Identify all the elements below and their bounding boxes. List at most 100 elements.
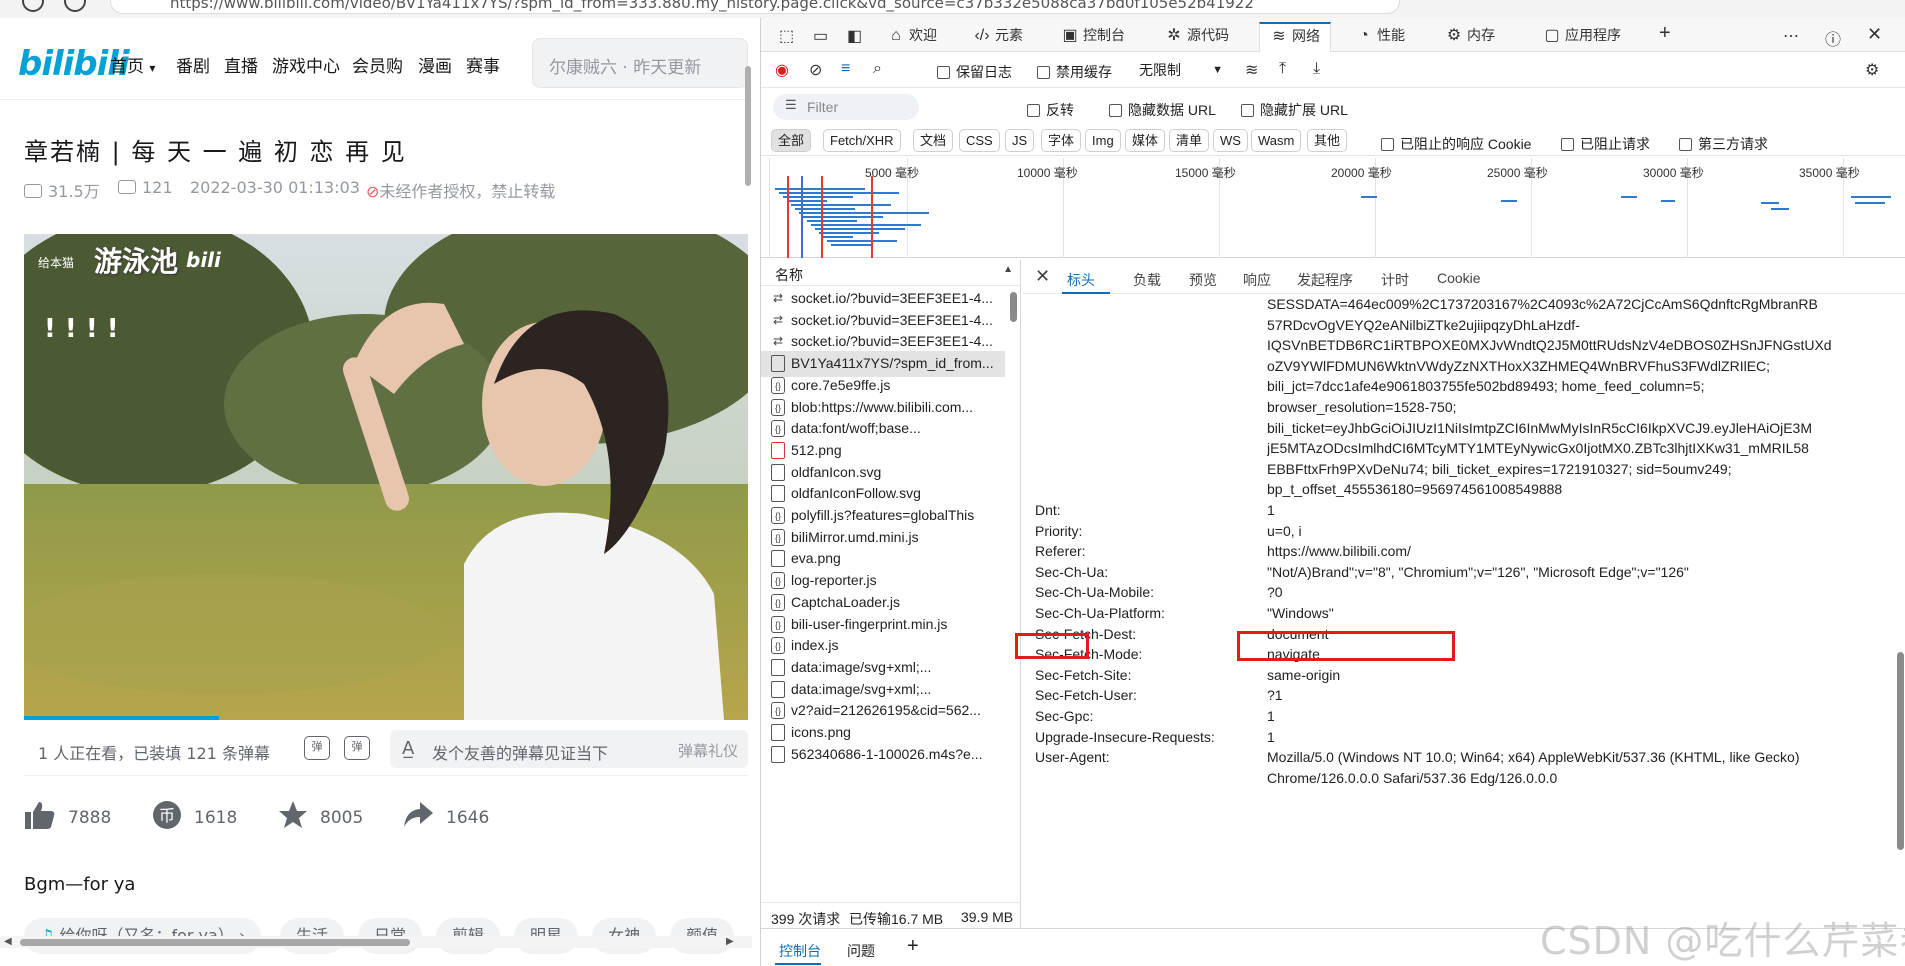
no-repost-icon: ⊘ [366,182,380,201]
blocked-cookies-checkbox[interactable]: 已阻止的响应 Cookie [1381,134,1531,154]
danmaku-settings-icon[interactable]: 弹 [344,736,370,760]
refresh-icon[interactable] [64,0,86,12]
tab-initiator[interactable]: 发起程序 [1297,270,1353,290]
search-input[interactable]: 尔康贼六 · 昨天更新 [532,38,748,88]
nav-mall[interactable]: 会员购 [352,52,403,77]
type-js[interactable]: JS [1005,129,1035,152]
dock-icon[interactable]: ◧ [847,26,862,46]
third-party-checkbox[interactable]: 第三方请求 [1679,134,1768,154]
tab-preview[interactable]: 预览 [1189,270,1217,290]
tab-timing[interactable]: 计时 [1381,270,1409,290]
danmaku-etiquette-link[interactable]: 弹幕礼仪 [678,740,738,761]
filter-input[interactable]: ☰ Filter [773,94,919,120]
request-list-header[interactable]: 名称 ▲ [761,260,1021,286]
blocked-requests-checkbox[interactable]: 已阻止请求 [1561,134,1650,154]
scroll-left-icon[interactable]: ◀ [4,936,12,947]
danmaku-input[interactable]: A̲ 发个友善的弹幕见证当下 弹幕礼仪 [390,730,748,768]
inspect-element-icon[interactable]: ⬚ [779,26,794,46]
tab-sources[interactable]: ✲ 源代码 [1165,24,1229,52]
throttle-select[interactable]: 无限制 ▼ [1135,58,1227,82]
tab-elements[interactable]: ‹/› 元素 [973,24,1023,52]
network-overview-timeline[interactable]: 5000 毫秒 10000 毫秒 15000 毫秒 20000 毫秒 25000… [761,158,1905,258]
type-font[interactable]: 字体 [1041,129,1082,152]
tab-welcome[interactable]: ⌂ 欢迎 [887,24,937,52]
tab-console[interactable]: ▣ 控制台 [1061,24,1125,52]
type-other[interactable]: 其他 [1307,129,1348,152]
drawer-tab-issues[interactable]: 问题 [847,941,875,961]
danmaku-placeholder: 发个友善的弹幕见证当下 [432,744,609,763]
hide-data-url-checkbox[interactable]: 隐藏数据 URL [1109,100,1216,120]
filter-icon[interactable]: ≡ [841,60,850,78]
sort-ascending-icon[interactable]: ▲ [1003,264,1013,275]
tab-network[interactable]: ≋ 网络 [1259,22,1331,52]
share-button[interactable]: 1646 [402,800,489,830]
nav-esports[interactable]: 赛事 [466,52,500,77]
danmaku-toggle-icon[interactable]: 弹 [304,736,330,760]
nav-home[interactable]: 首页 ▾ [110,52,155,77]
tab-headers[interactable]: 标头 [1067,270,1095,290]
record-icon[interactable]: ◉ [775,60,789,80]
settings-gear-icon[interactable]: ⚙ [1865,60,1879,80]
font-style-icon[interactable]: A̲ [402,738,414,759]
type-fetch-xhr[interactable]: Fetch/XHR [823,129,901,152]
nav-manga[interactable]: 漫画 [418,52,452,77]
scrollbar-thumb[interactable] [20,939,410,946]
disable-cache-checkbox[interactable]: 禁用缓存 [1037,62,1112,82]
device-emulation-icon[interactable]: ▭ [813,26,828,46]
video-player[interactable]: 游泳池 给本猫 bili ! ! ! ! [24,234,748,720]
preserve-log-checkbox[interactable]: 保留日志 [937,62,1012,82]
details-scrollbar[interactable] [1895,294,1905,894]
name-column-header[interactable]: 名称 [775,265,803,285]
load-event-marker [821,176,823,258]
type-wasm[interactable]: Wasm [1251,129,1302,152]
nav-live[interactable]: 直播 [224,52,258,77]
type-css[interactable]: CSS [959,129,1000,152]
timeline-bar [827,240,897,242]
network-conditions-icon[interactable]: ≋ [1245,60,1258,80]
clear-icon[interactable]: ⊘ [809,60,822,80]
tab-cookie[interactable]: Cookie [1437,270,1481,286]
application-icon: ▢ [1544,27,1560,44]
import-har-icon[interactable]: ⤒ [1279,60,1286,78]
nav-bangumi[interactable]: 番剧 [176,52,210,77]
type-media[interactable]: 媒体 [1125,129,1166,152]
address-url[interactable]: https://www.bilibili.com/video/BV1Ya411x… [170,0,1254,12]
scrollbar-thumb[interactable] [1010,292,1017,322]
scrollbar-thumb[interactable] [745,66,751,186]
like-button[interactable]: 7888 [24,800,111,830]
type-all[interactable]: 全部 [771,129,812,152]
invert-checkbox[interactable]: 反转 [1027,100,1074,120]
tab-application[interactable]: ▢ 应用程序 [1543,24,1621,52]
request-row[interactable]: 562340686-1-100026.m4s?e... [761,742,1005,768]
request-name: data:font/woff;base... [791,420,921,437]
tab-memory[interactable]: ⚙ 内存 [1445,24,1495,52]
search-icon[interactable]: ⌕ [873,60,882,78]
video-progress-bar[interactable] [24,716,220,720]
checkbox-icon [937,66,950,79]
page-vertical-scrollbar[interactable] [744,18,752,948]
scrollbar-thumb[interactable] [1897,652,1904,850]
tab-performance[interactable]: ◔ 性能 [1355,24,1405,52]
back-icon[interactable] [22,0,44,12]
type-ws[interactable]: WS [1213,129,1248,152]
drawer-tab-console[interactable]: 控制台 [779,941,821,961]
close-details-icon[interactable]: ✕ [1035,266,1050,287]
favorite-button[interactable]: 8005 [278,800,363,830]
scroll-right-icon[interactable]: ▶ [726,936,734,947]
nav-game-center[interactable]: 游戏中心 [272,52,340,77]
add-tab-icon[interactable]: + [1659,22,1671,45]
type-img[interactable]: Img [1085,129,1121,152]
type-manifest[interactable]: 清单 [1169,129,1210,152]
close-devtools-icon[interactable]: ✕ [1867,24,1882,45]
request-list-scrollbar[interactable] [1007,286,1019,886]
more-options-icon[interactable]: ⋯ [1783,26,1799,46]
tab-payload[interactable]: 负载 [1133,270,1161,290]
export-har-icon[interactable]: ⤓ [1313,60,1320,78]
add-drawer-tab-icon[interactable]: + [907,935,919,958]
page-horizontal-scrollbar[interactable]: ◀ ▶ [0,936,752,948]
hide-extension-url-checkbox[interactable]: 隐藏扩展 URL [1241,100,1348,120]
tab-response[interactable]: 响应 [1243,270,1271,290]
help-icon[interactable]: ⓘ [1825,26,1841,50]
coin-button[interactable]: 币 1618 [152,800,237,830]
type-doc[interactable]: 文档 [913,129,954,152]
